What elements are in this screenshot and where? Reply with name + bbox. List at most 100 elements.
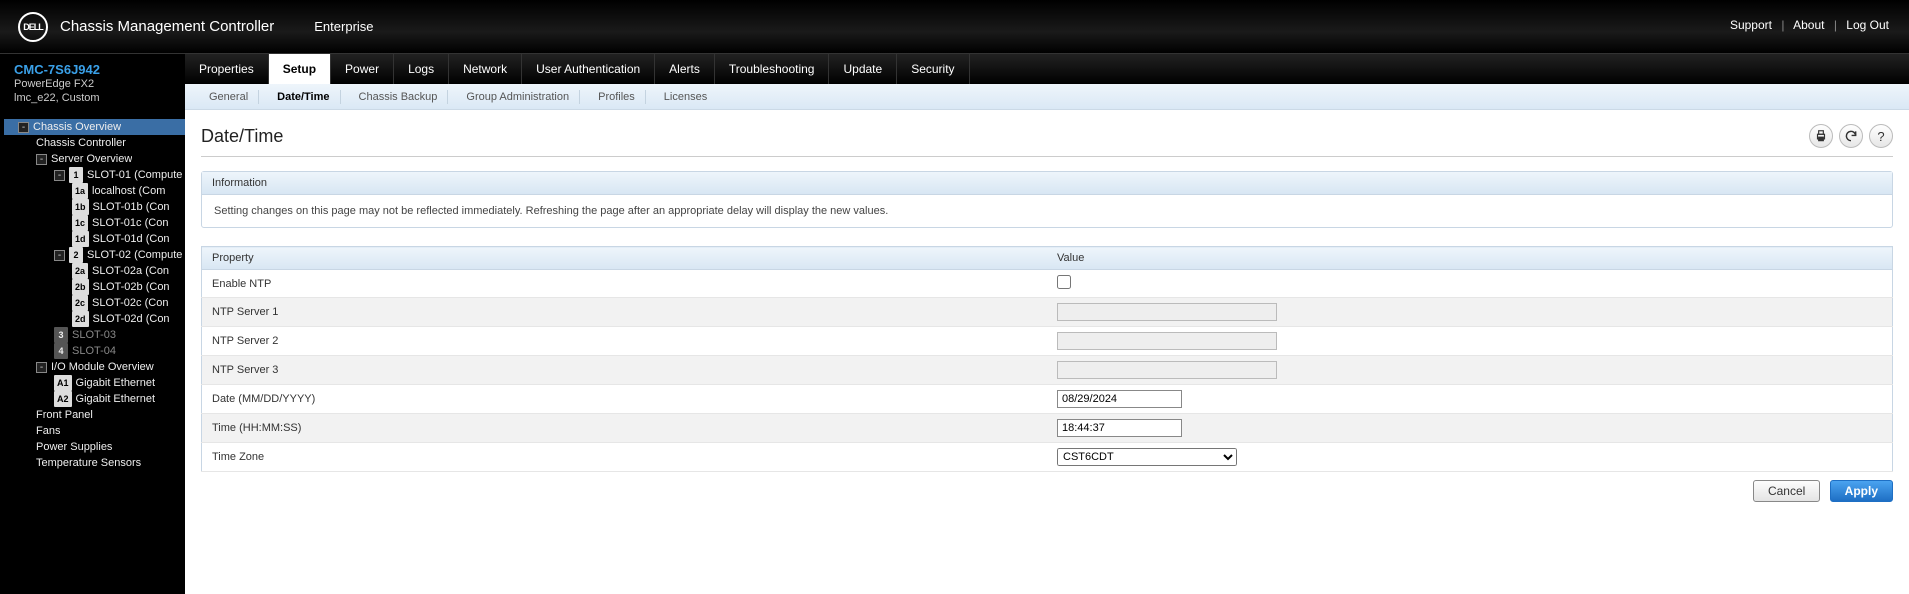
tree-badge: 3 [54,327,68,343]
tree-node[interactable]: 2aSLOT-02a (Con [4,263,185,279]
tab-user-authentication[interactable]: User Authentication [522,54,655,84]
tree-label: Power Supplies [36,439,112,455]
page-title: Date/Time [201,126,1803,147]
separator: | [1834,18,1837,32]
main-content: PropertiesSetupPowerLogsNetworkUser Auth… [185,54,1909,594]
tab-network[interactable]: Network [449,54,522,84]
tree-label: Chassis Overview [33,119,121,135]
tree-node[interactable]: -Chassis Overview [4,119,185,135]
tree-node[interactable]: 2cSLOT-02c (Con [4,295,185,311]
tree-node[interactable]: Chassis Controller [4,135,185,151]
tree-toggle-icon[interactable]: - [36,154,47,165]
tree-badge: 1d [72,231,89,247]
tab-logs[interactable]: Logs [394,54,449,84]
row-label-time: Time (HH:MM:SS) [202,414,1048,443]
tree-toggle-icon[interactable]: - [54,170,65,181]
ntp-server-2-input[interactable] [1057,332,1277,350]
left-sidebar: CMC-7S6J942 PowerEdge FX2 lmc_e22, Custo… [0,54,185,594]
timezone-select[interactable]: CST6CDT [1057,448,1237,466]
tab-update[interactable]: Update [829,54,897,84]
row-label-date: Date (MM/DD/YYYY) [202,385,1048,414]
tree-node[interactable]: -2SLOT-02 (Compute [4,247,185,263]
cancel-button[interactable]: Cancel [1753,480,1820,502]
tree-node[interactable]: Fans [4,423,185,439]
tab-alerts[interactable]: Alerts [655,54,715,84]
tree-node[interactable]: 2bSLOT-02b (Con [4,279,185,295]
tree-badge: 2c [72,295,88,311]
tab-troubleshooting[interactable]: Troubleshooting [715,54,830,84]
tab-setup[interactable]: Setup [269,54,331,84]
secondary-tabs: General Date/Time Chassis Backup Group Admi… [185,84,1909,110]
tree-toggle-icon[interactable]: - [18,122,29,133]
apply-button[interactable]: Apply [1830,480,1893,502]
tree-label: Gigabit Ethernet [76,375,156,391]
tree-node[interactable]: -Server Overview [4,151,185,167]
tree-node[interactable]: -I/O Module Overview [4,359,185,375]
tree-toggle-icon[interactable]: - [36,362,47,373]
primary-tabs: PropertiesSetupPowerLogsNetworkUser Auth… [185,54,1909,84]
tree-badge: 1a [72,183,88,199]
page-header: Date/Time ? [201,124,1893,157]
dell-logo-icon: DELL [18,12,48,42]
system-location: lmc_e22, Custom [14,91,175,105]
subtab-licenses[interactable]: Licenses [654,90,717,104]
tree-label: SLOT-01d (Con [93,231,170,247]
ntp-server-3-input[interactable] [1057,361,1277,379]
tree-label: Front Panel [36,407,93,423]
tree-node[interactable]: A2Gigabit Ethernet [4,391,185,407]
ntp-server-1-input[interactable] [1057,303,1277,321]
time-input[interactable] [1057,419,1182,437]
tree-label: SLOT-02a (Con [92,263,169,279]
row-label-ntp1: NTP Server 1 [202,298,1048,327]
tree-node[interactable]: 1dSLOT-01d (Con [4,231,185,247]
tree-badge: 2a [72,263,88,279]
tree-node[interactable]: 4SLOT-04 [4,343,185,359]
tab-security[interactable]: Security [897,54,969,84]
about-link[interactable]: About [1793,18,1824,32]
col-property: Property [202,247,1048,270]
subtab-general[interactable]: General [199,90,259,104]
system-info: CMC-7S6J942 PowerEdge FX2 lmc_e22, Custo… [0,54,185,115]
logout-link[interactable]: Log Out [1846,18,1889,32]
subtab-chassis-backup[interactable]: Chassis Backup [349,90,449,104]
tree-toggle-icon[interactable]: - [54,250,65,261]
info-box-title: Information [202,172,1892,195]
subtab-group-administration[interactable]: Group Administration [456,90,580,104]
tab-power[interactable]: Power [331,54,394,84]
tree-node[interactable]: 1alocalhost (Com [4,183,185,199]
info-box-body: Setting changes on this page may not be … [202,195,1892,227]
tree-node[interactable]: Front Panel [4,407,185,423]
tree-node[interactable]: -1SLOT-01 (Compute [4,167,185,183]
subtab-profiles[interactable]: Profiles [588,90,646,104]
tree-node[interactable]: 3SLOT-03 [4,327,185,343]
tree-label: SLOT-02c (Con [92,295,168,311]
enable-ntp-checkbox[interactable] [1057,275,1071,289]
date-input[interactable] [1057,390,1182,408]
tree-node[interactable]: A1Gigabit Ethernet [4,375,185,391]
info-box: Information Setting changes on this page… [201,171,1893,228]
tree-label: SLOT-02b (Con [93,279,170,295]
top-bar: DELL Chassis Management Controller Enter… [0,0,1909,54]
tree-badge: 2 [69,247,83,263]
tree-node[interactable]: Power Supplies [4,439,185,455]
tree-badge: 4 [54,343,68,359]
row-label-tz: Time Zone [202,443,1048,472]
tree-badge: A1 [54,375,72,391]
print-icon[interactable] [1809,124,1833,148]
help-icon[interactable]: ? [1869,124,1893,148]
tree-label: localhost (Com [92,183,165,199]
tree-node[interactable]: 1cSLOT-01c (Con [4,215,185,231]
subtab-date-time[interactable]: Date/Time [267,90,340,104]
tree-badge: 1b [72,199,89,215]
tab-properties[interactable]: Properties [185,54,269,84]
tree-node[interactable]: 1bSLOT-01b (Con [4,199,185,215]
refresh-icon[interactable] [1839,124,1863,148]
support-link[interactable]: Support [1730,18,1772,32]
tree-badge: A2 [54,391,72,407]
row-label-ntp3: NTP Server 3 [202,356,1048,385]
tree-label: SLOT-03 [72,327,116,343]
tree-node[interactable]: 2dSLOT-02d (Con [4,311,185,327]
col-value: Value [1047,247,1893,270]
tree-badge: 1c [72,215,88,231]
tree-node[interactable]: Temperature Sensors [4,455,185,471]
